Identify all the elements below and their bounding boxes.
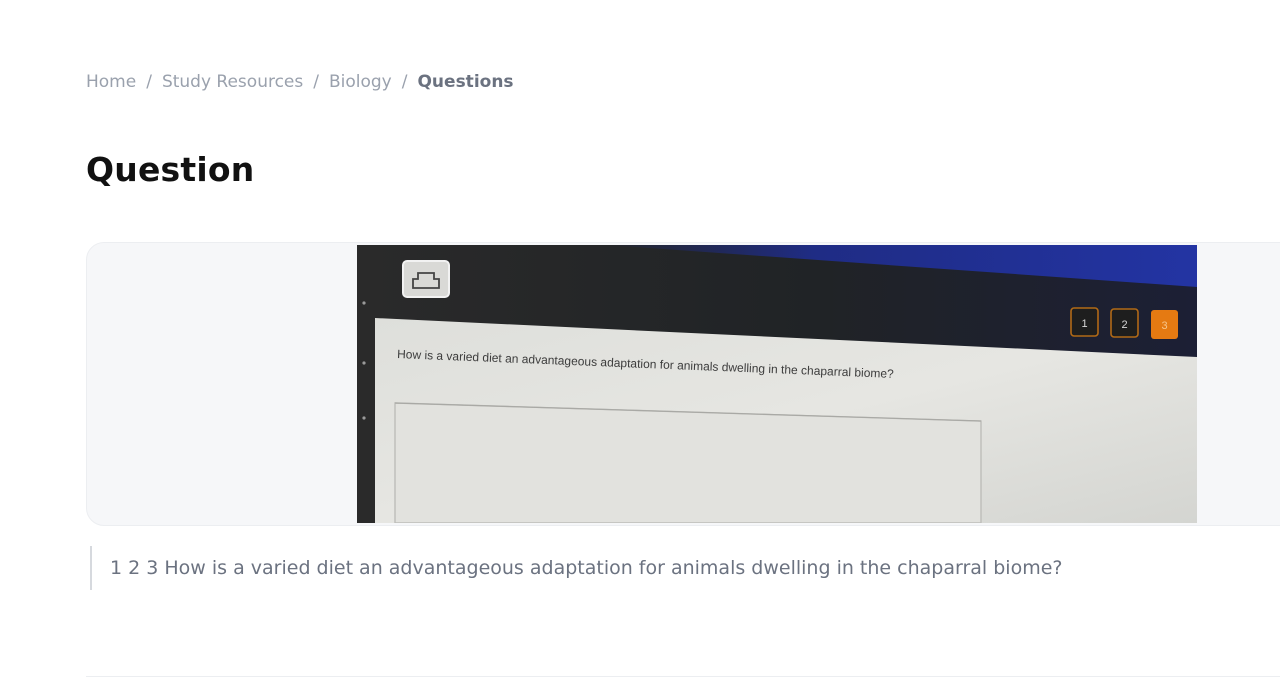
breadcrumb-link-study-resources[interactable]: Study Resources: [162, 72, 303, 92]
printer-icon: [402, 260, 450, 298]
divider: [86, 676, 1280, 677]
question-photo-image: 1 2 3 How is a varied diet an advantageo…: [357, 245, 1197, 523]
question-photo[interactable]: 1 2 3 How is a varied diet an advantageo…: [357, 245, 1197, 523]
breadcrumb-link-biology[interactable]: Biology: [329, 72, 392, 92]
breadcrumb: Home / Study Resources / Biology / Quest…: [86, 66, 514, 98]
question-image-card[interactable]: 1 2 3 How is a varied diet an advantageo…: [86, 242, 1280, 526]
page-button-2: 2: [1121, 319, 1127, 331]
breadcrumb-separator: /: [146, 72, 152, 92]
page-title: Question: [86, 150, 255, 189]
breadcrumb-separator: /: [313, 72, 319, 92]
breadcrumb-link-home[interactable]: Home: [86, 72, 136, 92]
answer-box: [394, 402, 982, 523]
page: Home / Study Resources / Biology / Quest…: [0, 0, 1280, 700]
breadcrumb-current: Questions: [417, 72, 514, 92]
page-buttons: 1 2 3: [1070, 307, 1178, 339]
page-button-3: 3: [1161, 320, 1167, 332]
breadcrumb-separator: /: [401, 72, 408, 92]
question-caption: 1 2 3 How is a varied diet an advantageo…: [90, 546, 1280, 590]
page-button-1: 1: [1081, 318, 1087, 330]
